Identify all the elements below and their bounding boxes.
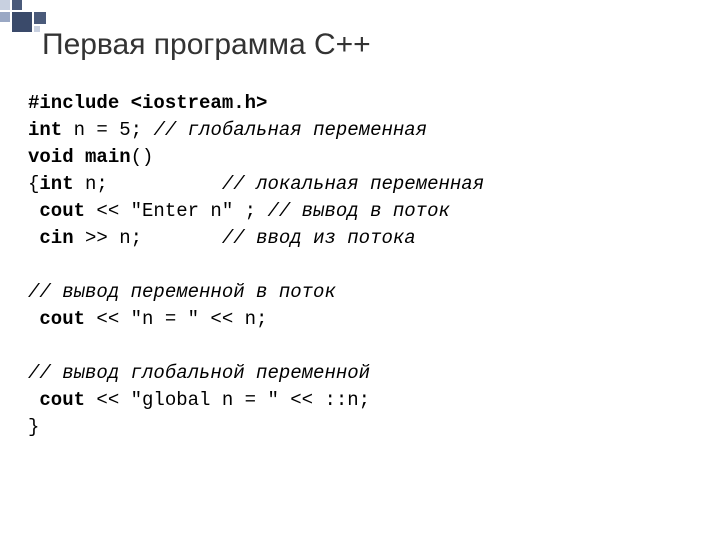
code-listing: #include <iostream.h> int n = 5; // глоб… [28, 90, 484, 441]
code-keyword: #include [28, 92, 119, 114]
code-comment: // ввод из потока [222, 227, 416, 249]
code-text [28, 200, 39, 222]
code-comment: // вывод переменной в поток [28, 281, 336, 303]
code-keyword: int [28, 119, 62, 141]
code-text: n; [74, 173, 222, 195]
code-text [28, 389, 39, 411]
code-comment: // вывод в поток [267, 200, 449, 222]
code-keyword: cout [39, 308, 85, 330]
code-text [28, 227, 39, 249]
code-text: } [28, 416, 39, 438]
code-keyword: void main [28, 146, 131, 168]
code-keyword: cout [39, 389, 85, 411]
code-comment: // локальная переменная [222, 173, 484, 195]
code-text: () [131, 146, 154, 168]
code-text: << "global n = " << ::n; [85, 389, 370, 411]
code-text [28, 308, 39, 330]
code-keyword: cin [39, 227, 73, 249]
code-text: <iostream.h> [119, 92, 267, 114]
code-text: << "Enter n" ; [85, 200, 267, 222]
page-title: Первая программа С++ [42, 28, 371, 62]
code-text: >> n; [74, 227, 222, 249]
code-comment: // вывод глобальной переменной [28, 362, 370, 384]
code-text: { [28, 173, 39, 195]
code-keyword: cout [39, 200, 85, 222]
code-text: << "n = " << n; [85, 308, 267, 330]
code-text: n = 5; [62, 119, 153, 141]
code-comment: // глобальная переменная [153, 119, 427, 141]
code-keyword: int [39, 173, 73, 195]
